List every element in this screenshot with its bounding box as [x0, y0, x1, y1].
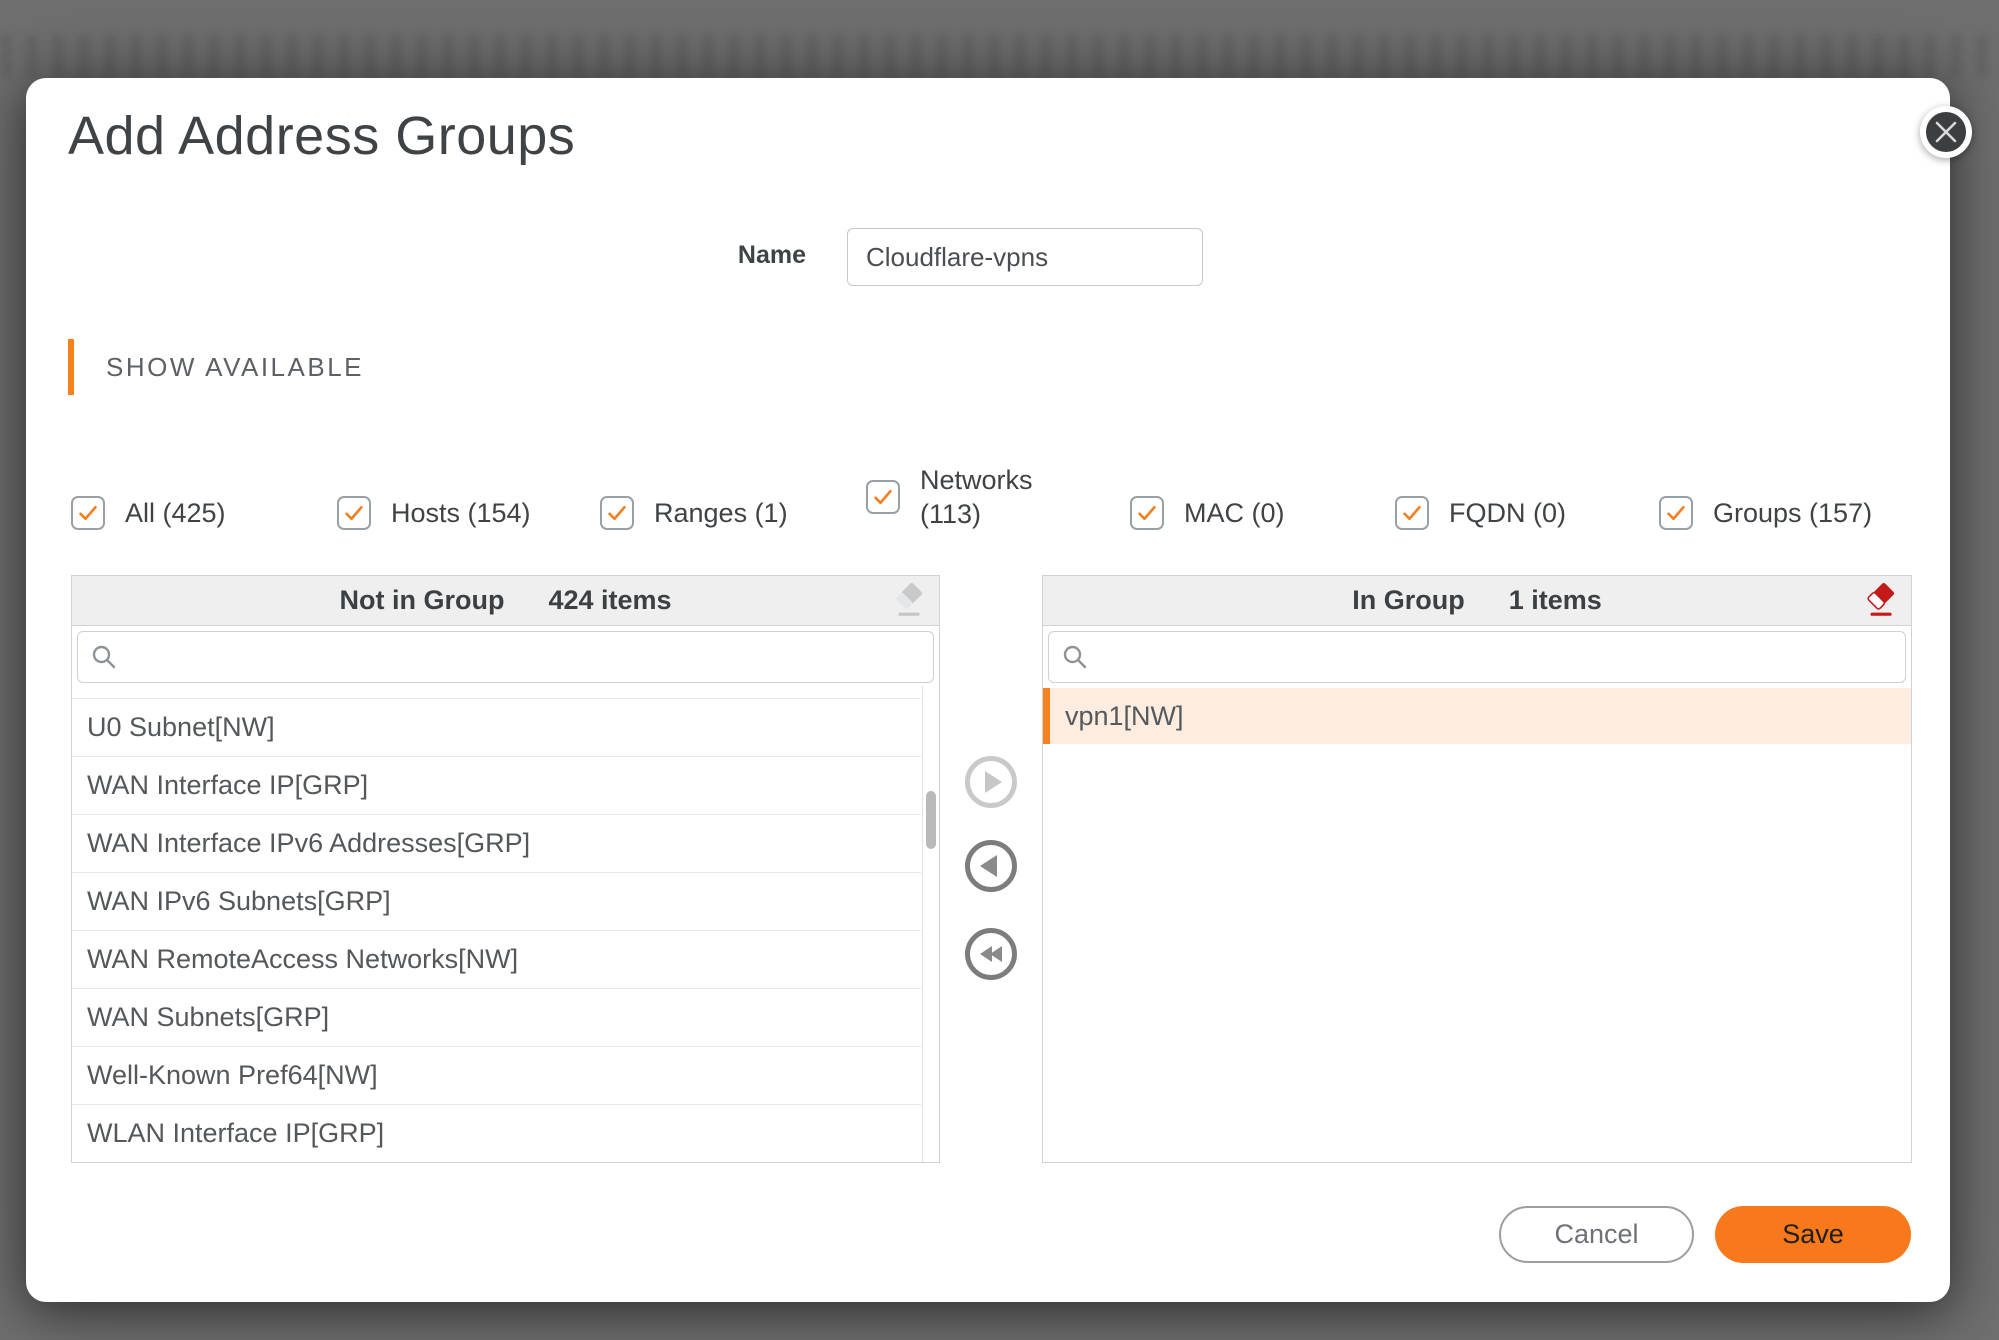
- save-button[interactable]: Save: [1715, 1206, 1911, 1263]
- filter-label: Groups (157): [1713, 496, 1872, 530]
- list-item[interactable]: WAN Subnets[GRP]: [72, 989, 921, 1047]
- filter-label-line2: (113): [920, 497, 1033, 531]
- checkbox-checked-icon: [337, 496, 371, 530]
- checkbox-checked-icon: [1659, 496, 1693, 530]
- checkbox-checked-icon: [71, 496, 105, 530]
- close-button[interactable]: [1920, 106, 1972, 158]
- list-item[interactable]: WAN Interface IPv6 Addresses[GRP]: [72, 815, 921, 873]
- move-left-button[interactable]: [965, 840, 1017, 892]
- list-item[interactable]: WAN RemoteAccess Networks[NW]: [72, 931, 921, 989]
- in-group-search[interactable]: [1048, 631, 1906, 683]
- name-field-label: Name: [626, 241, 806, 270]
- search-input[interactable]: [128, 643, 921, 672]
- filter-checkbox-networks[interactable]: Networks (113): [866, 462, 1033, 532]
- left-arrow-icon: [980, 855, 997, 877]
- filter-label: MAC (0): [1184, 496, 1285, 530]
- selected-group-member[interactable]: vpn1[NW]: [1043, 688, 1911, 744]
- panel-title: Not in Group: [339, 585, 504, 616]
- right-arrow-icon: [985, 771, 1002, 793]
- checkbox-checked-icon: [600, 496, 634, 530]
- cancel-button[interactable]: Cancel: [1499, 1206, 1694, 1263]
- checkbox-checked-icon: [1395, 496, 1429, 530]
- move-right-button[interactable]: [965, 756, 1017, 808]
- add-address-groups-dialog: Add Address Groups Name SHOW AVAILABLE A…: [26, 78, 1950, 1302]
- filter-label: Ranges (1): [654, 496, 788, 530]
- section-heading: SHOW AVAILABLE: [106, 339, 364, 395]
- close-icon: [1933, 119, 1959, 145]
- search-input[interactable]: [1099, 643, 1893, 672]
- not-in-group-panel: Not in Group 424 items: [71, 575, 940, 1163]
- filter-checkbox-fqdn[interactable]: FQDN (0): [1395, 496, 1566, 530]
- section-accent-bar: [68, 339, 74, 395]
- scrollbar-track[interactable]: [922, 686, 939, 1162]
- background-blur-band: [0, 34, 1999, 78]
- filter-checkbox-ranges[interactable]: Ranges (1): [600, 496, 788, 530]
- in-group-panel: In Group 1 items vpn1: [1042, 575, 1912, 1163]
- move-all-left-button[interactable]: [965, 928, 1017, 980]
- panel-item-count: 1 items: [1509, 585, 1602, 616]
- filter-checkbox-groups[interactable]: Groups (157): [1659, 496, 1872, 530]
- search-icon: [90, 643, 118, 671]
- partial-scrolled-row: [72, 687, 921, 699]
- filter-label: All (425): [125, 496, 226, 530]
- list-item[interactable]: WAN Interface IP[GRP]: [72, 757, 921, 815]
- list-item[interactable]: WLAN Interface IP[GRP]: [72, 1105, 921, 1163]
- eraser-icon: [889, 582, 927, 620]
- checkbox-checked-icon: [866, 480, 900, 514]
- clear-group-button[interactable]: [1861, 582, 1899, 620]
- filter-label: Networks: [920, 465, 1033, 495]
- not-in-group-header: Not in Group 424 items: [72, 576, 939, 626]
- list-item[interactable]: WAN IPv6 Subnets[GRP]: [72, 873, 921, 931]
- panel-title: In Group: [1352, 585, 1464, 616]
- panel-item-count: 424 items: [548, 585, 671, 616]
- filter-label: FQDN (0): [1449, 496, 1566, 530]
- list-item[interactable]: Well-Known Pref64[NW]: [72, 1047, 921, 1105]
- list-item[interactable]: U0 Subnet[NW]: [72, 699, 921, 757]
- in-group-header: In Group 1 items: [1043, 576, 1911, 626]
- filter-checkbox-hosts[interactable]: Hosts (154): [337, 496, 531, 530]
- double-left-arrow-icon: [990, 946, 1002, 962]
- search-icon: [1061, 643, 1089, 671]
- filter-label: Hosts (154): [391, 496, 531, 530]
- not-in-group-list: U0 Subnet[NW] WAN Interface IP[GRP] WAN …: [72, 687, 939, 1163]
- name-input[interactable]: [847, 228, 1203, 286]
- eraser-icon: [1861, 582, 1899, 620]
- checkbox-checked-icon: [1130, 496, 1164, 530]
- clear-selection-button[interactable]: [889, 582, 927, 620]
- page-title: Add Address Groups: [68, 104, 575, 168]
- scrollbar-thumb[interactable]: [926, 791, 936, 849]
- filter-checkbox-mac[interactable]: MAC (0): [1130, 496, 1285, 530]
- filter-checkbox-all[interactable]: All (425): [71, 496, 226, 530]
- not-in-group-search[interactable]: [77, 631, 934, 683]
